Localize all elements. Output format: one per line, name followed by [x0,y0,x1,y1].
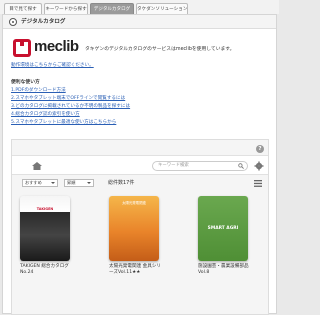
result-count: 総件数17件 [108,180,135,186]
meclib-mark-icon [13,39,31,57]
top-tabs: 目で見て探す キーワードから探す デジタルカタログ タケダンソリューション [0,0,279,14]
howto-link-mobile[interactable]: 5.スマホやタブレットに最適な使い方はこちらから [11,119,130,127]
catalog-title[interactable]: 施設園芸・農業設備部品 Vol.8 [198,264,254,276]
service-description: タキゲンのデジタルカタログのサービスはmeclibを使用しています。 [85,47,235,52]
section-header: デジタルカタログ [3,15,276,29]
logo-text: meclib [34,38,79,55]
digital-catalog-panel: デジタルカタログ meclib タキゲンのデジタルカタログのサービスはmecli… [2,14,277,315]
howto-heading: 便利な使い方 [11,80,40,85]
environment-link[interactable]: 動作環境はこちらからご確認ください。 [11,62,94,68]
sort-select[interactable]: おすすめ [22,179,58,187]
help-icon[interactable]: ? [256,145,264,153]
howto-link-pdf[interactable]: 1.PDFのダウンロード方法 [11,87,130,95]
list-view-icon[interactable] [254,180,262,187]
tab-takigen-solution[interactable]: タケダンソリューション [136,3,188,14]
howto-links: 1.PDFのダウンロード方法 2.スマホやタブレット端末でOFFラインで閲覧する… [11,87,130,127]
search-icon[interactable] [238,163,244,169]
catalog-title[interactable]: 太陽光発電関連 金具シリーズVol.11★★ [109,264,165,276]
cover-label: TAKIGEN [36,207,54,211]
meclib-logo: meclib [13,38,79,58]
tab-keyword-search[interactable]: キーワードから探す [44,3,88,14]
catalog-title[interactable]: TAKIGEN 総合カタログ No.24 [20,264,76,276]
section-title: デジタルカタログ [21,19,66,25]
gear-icon[interactable] [254,161,264,171]
viewer-toolbar: キーワード検索 [12,155,268,175]
search-input[interactable]: キーワード検索 [152,161,248,171]
order-select[interactable]: 昇順 [64,179,94,187]
cover-label: SMART AGRI [207,226,239,231]
search-placeholder: キーワード検索 [158,163,189,168]
howto-link-find-product[interactable]: 3.どのカタログに掲載されているか不明の製品を探すには [11,103,130,111]
tab-digital-catalog[interactable]: デジタルカタログ [90,3,134,14]
howto-link-index[interactable]: 4.総合カタログ誌の索引を使い方 [11,111,130,119]
catalog-viewer: ? キーワード検索 おすすめ 昇順 総件数17件 TAKIGEN TAKIGEN… [11,139,269,315]
circle-bullet-icon [9,18,17,26]
howto-link-offline[interactable]: 2.スマホやタブレット端末でOFFラインで閲覧するには [11,95,130,103]
filter-bar: おすすめ 昇順 総件数17件 [12,176,268,190]
catalog-cover[interactable]: TAKIGEN [20,196,70,261]
catalog-cover[interactable]: 太陽光発電関連 [109,196,159,261]
cover-label: 太陽光発電関連 [122,201,146,205]
tab-visual-search[interactable]: 目で見て探す [4,3,42,14]
catalog-cover[interactable]: SMART AGRI [198,196,248,261]
home-icon[interactable] [32,162,42,170]
